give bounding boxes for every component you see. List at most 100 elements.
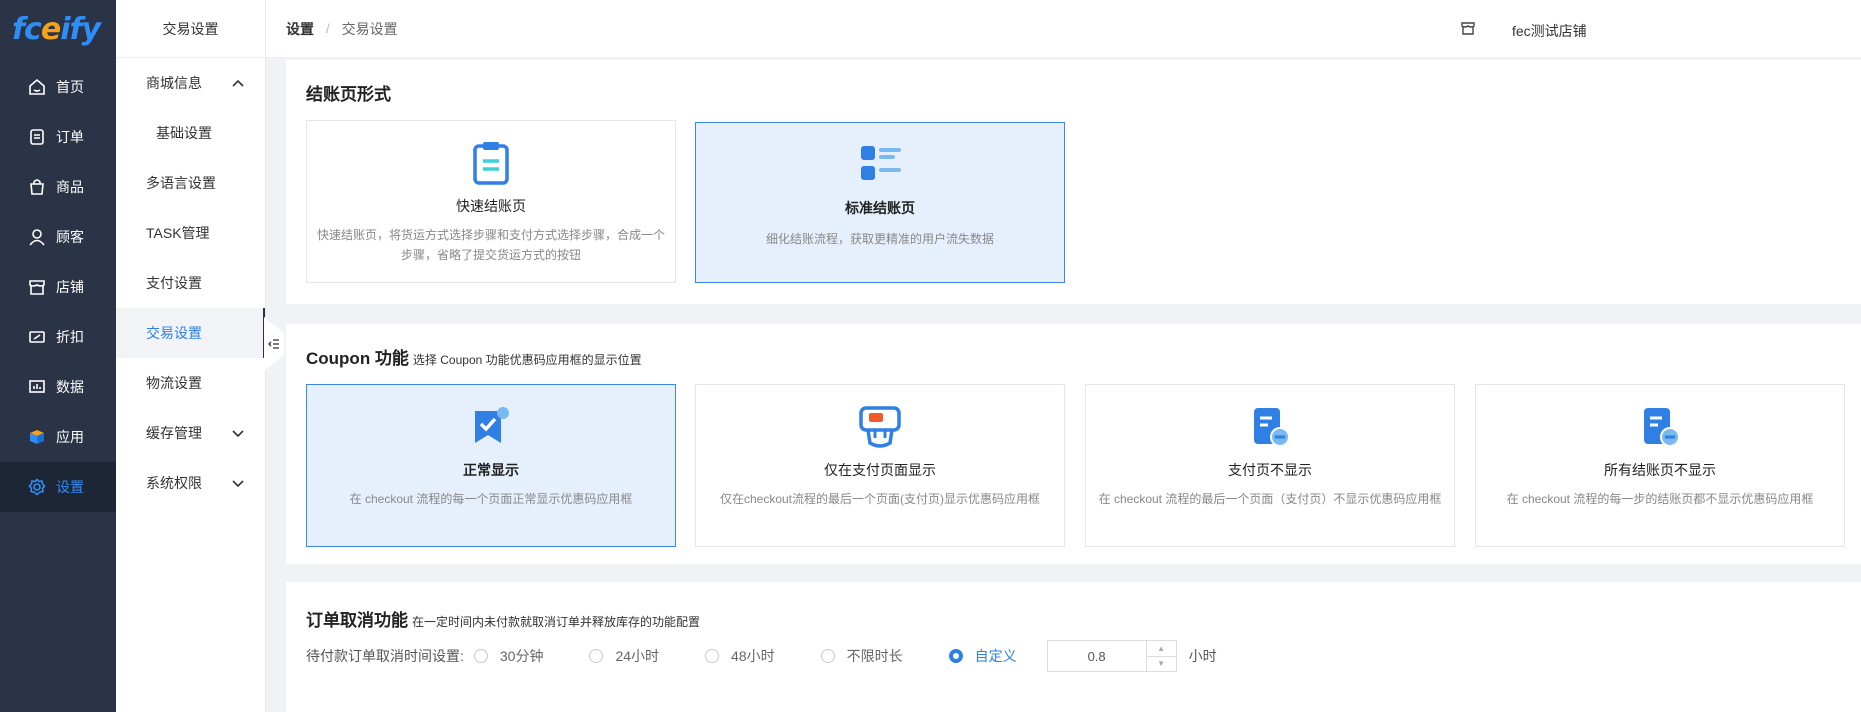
- checkout-option-standard[interactable]: 标准结账页 细化结账流程，获取更精准的用户流失数据: [695, 122, 1065, 283]
- sidebar-item-apps[interactable]: 应用: [0, 412, 116, 462]
- radio-48h[interactable]: 48小时: [705, 646, 775, 666]
- discount-icon: [28, 328, 46, 346]
- sidebar-item-products[interactable]: 商品: [0, 162, 116, 212]
- card-description: 在 checkout 流程的最后一个页面（支付页）不显示优惠码应用框: [1098, 492, 1442, 506]
- radio-unlimited[interactable]: 不限时长: [820, 646, 903, 666]
- top-header: 设置 / 交易设置: [266, 0, 1861, 58]
- coupon-option-hide-payment[interactable]: 支付页不显示 在 checkout 流程的最后一个页面（支付页）不显示优惠码应用…: [1085, 384, 1455, 547]
- subnav-item-cache[interactable]: 缓存管理: [116, 408, 265, 458]
- sidebar-item-label: 数据: [56, 379, 84, 395]
- breadcrumb-separator: /: [326, 21, 330, 36]
- sidebar-item-label: 顾客: [56, 229, 84, 245]
- subnav-item-label: 物流设置: [146, 375, 202, 391]
- subnav-item-label: 基础设置: [156, 125, 212, 141]
- subnav-item-label: 缓存管理: [146, 425, 202, 441]
- cancel-time-label: 待付款订单取消时间设置:: [306, 648, 464, 664]
- chart-icon: [28, 378, 46, 396]
- sidebar-item-label: 商品: [56, 179, 84, 195]
- subnav-title: 交易设置: [116, 0, 265, 58]
- home-icon: [28, 78, 46, 96]
- subnav-item-label: 系统权限: [146, 475, 202, 491]
- sidebar-item-home[interactable]: 首页: [0, 62, 116, 112]
- sidebar-item-settings[interactable]: 设置: [0, 462, 116, 512]
- coupon-option-payment-only[interactable]: 仅在支付页面显示 仅在checkout流程的最后一个页面(支付页)显示优惠码应用…: [695, 384, 1065, 547]
- sidebar-item-label: 折扣: [56, 329, 84, 345]
- store-icon: [28, 278, 46, 296]
- card-title: 仅在支付页面显示: [824, 462, 936, 478]
- subnav-item-shop-info[interactable]: 商城信息: [116, 58, 265, 108]
- store-name[interactable]: fec测试店铺: [1512, 21, 1587, 41]
- radio-custom[interactable]: 自定义: [948, 646, 1017, 666]
- document-minus-icon: [1476, 405, 1844, 449]
- subnav-item-logistics[interactable]: 物流设置: [116, 358, 265, 408]
- cancel-title: 订单取消功能 在一定时间内未付款就取消订单并释放库存的功能配置: [306, 611, 701, 630]
- decrement-button[interactable]: ▼: [1146, 655, 1176, 672]
- radio-dot: [705, 649, 720, 663]
- subnav-item-label: 交易设置: [146, 325, 202, 341]
- checkout-option-quick[interactable]: 快速结账页 快速结账页，将货运方式选择步骤和支付方式选择步骤，合成一个步骤，省略…: [306, 120, 676, 283]
- custom-hours-stepper: ▲ ▼: [1046, 640, 1177, 672]
- subnav-item-language[interactable]: 多语言设置: [116, 158, 265, 208]
- collapse-subnav-button[interactable]: [264, 317, 284, 371]
- subnav-item-label: 商城信息: [146, 75, 202, 91]
- subnav-item-label: 支付设置: [146, 275, 202, 291]
- card-description: 在 checkout 流程的每一个页面正常显示优惠码应用框: [349, 492, 633, 506]
- chevron-up-icon: [232, 79, 244, 87]
- store-switch-icon[interactable]: [1460, 20, 1476, 39]
- sidebar-item-discount[interactable]: 折扣: [0, 312, 116, 362]
- sidebar-item-customers[interactable]: 顾客: [0, 212, 116, 262]
- checkout-panel: 结账页形式 快速结账页 快速结账页，将货运方式选择步骤和支付方式选择步骤，合成一…: [286, 60, 1861, 304]
- coupon-check-icon: [307, 405, 675, 449]
- collapse-icon: [268, 339, 279, 349]
- card-description: 在 checkout 流程的每一步的结账页都不显示优惠码应用框: [1506, 492, 1814, 506]
- custom-hours-input[interactable]: [1047, 641, 1146, 671]
- hours-unit: 小时: [1188, 648, 1217, 664]
- card-title: 标准结账页: [845, 200, 915, 216]
- sidebar-item-label: 设置: [56, 479, 84, 495]
- sidebar-item-data[interactable]: 数据: [0, 362, 116, 412]
- radio-24h[interactable]: 24小时: [589, 646, 659, 666]
- subnav-item-label: TASK管理: [146, 225, 210, 241]
- radio-label: 48小时: [731, 648, 775, 664]
- user-icon: [28, 228, 46, 246]
- card-title: 快速结账页: [456, 198, 526, 214]
- cancel-subtitle: 在一定时间内未付款就取消订单并释放库存的功能配置: [412, 615, 701, 629]
- main-sidebar: fc e ify 首页 订单 商品 顾客 店铺 折扣 数据 应用 设置: [0, 0, 116, 712]
- coupon-option-hide-all[interactable]: 所有结账页不显示 在 checkout 流程的每一步的结账页都不显示优惠码应用框: [1475, 384, 1845, 547]
- list-icon: [696, 143, 1064, 187]
- card-description: 细化结账流程，获取更精准的用户流失数据: [765, 232, 994, 246]
- coupon-panel: Coupon 功能 选择 Coupon 功能优惠码应用框的显示位置 正常显示 在 …: [286, 324, 1861, 564]
- card-title: 支付页不显示: [1228, 462, 1312, 478]
- subnav-item-payment[interactable]: 支付设置: [116, 258, 265, 308]
- subnav-item-basic[interactable]: 基础设置: [116, 108, 265, 158]
- breadcrumb-root[interactable]: 设置: [286, 19, 314, 39]
- increment-button[interactable]: ▲: [1147, 641, 1176, 656]
- subnav-item-task[interactable]: TASK管理: [116, 208, 265, 258]
- radio-dot: [589, 649, 604, 663]
- app-cube-icon: [28, 428, 46, 446]
- radio-label: 自定义: [974, 648, 1017, 664]
- card-description: 仅在checkout流程的最后一个页面(支付页)显示优惠码应用框: [719, 492, 1041, 506]
- chevron-down-icon: [232, 430, 244, 438]
- clipboard-icon: [307, 141, 675, 185]
- subnav-item-label: 多语言设置: [146, 175, 216, 191]
- sidebar-item-orders[interactable]: 订单: [0, 112, 116, 162]
- coupon-option-normal[interactable]: 正常显示 在 checkout 流程的每一个页面正常显示优惠码应用框: [306, 384, 676, 547]
- coupon-subtitle: 选择 Coupon 功能优惠码应用框的显示位置: [412, 353, 642, 367]
- chevron-down-icon: [232, 480, 244, 488]
- coupon-title: Coupon 功能 选择 Coupon 功能优惠码应用框的显示位置: [306, 349, 642, 368]
- radio-30min[interactable]: 30分钟: [473, 646, 543, 666]
- subnav-item-permissions[interactable]: 系统权限: [116, 458, 265, 508]
- sidebar-item-store[interactable]: 店铺: [0, 262, 116, 312]
- subnav-item-trade[interactable]: 交易设置: [116, 308, 265, 358]
- checkout-title: 结账页形式: [306, 85, 391, 104]
- order-icon: [28, 128, 46, 146]
- payment-terminal-icon: [696, 405, 1064, 449]
- gear-icon: [28, 478, 46, 496]
- sidebar-item-label: 应用: [56, 429, 84, 445]
- radio-dot: [820, 649, 835, 663]
- document-minus-icon: [1086, 405, 1454, 449]
- radio-dot: [473, 649, 488, 663]
- card-title: 正常显示: [463, 462, 519, 478]
- fecify-logo[interactable]: fc e ify: [0, 0, 116, 58]
